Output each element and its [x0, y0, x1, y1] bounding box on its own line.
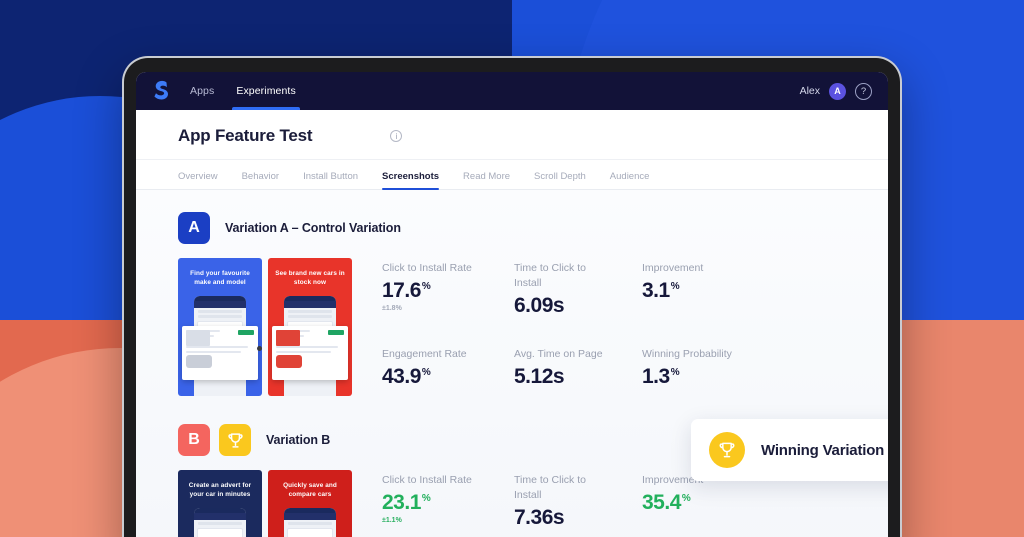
screenshot-caption: Find your favourite make and model [190, 270, 250, 287]
metric-value: 7.36 s [514, 506, 642, 530]
tab-behavior[interactable]: Behavior [242, 171, 280, 189]
screenshot-thumbnail[interactable]: Find your favourite make and model [178, 258, 262, 396]
screenshot-thumbnail[interactable]: Create an advert for your car in minutes [178, 470, 262, 537]
metric-unit: % [421, 280, 431, 292]
metric-label: Engagement Rate [382, 347, 467, 360]
variation-a-body: Find your favourite make and model See b… [178, 244, 888, 396]
variation-a-badge: A [178, 212, 210, 244]
metric-unit: % [421, 366, 431, 378]
metric-number: 35.4 [642, 490, 681, 514]
user-name-label: Alex [799, 85, 820, 97]
metric-unit: % [670, 366, 680, 378]
nav-links: Apps Experiments [190, 72, 301, 110]
screenshot-thumbnail[interactable]: See brand new cars in stock now [268, 258, 352, 396]
variation-a-title: Variation A – Control Variation [225, 221, 401, 235]
nav-link-apps[interactable]: Apps [190, 72, 214, 110]
metric-value: 3.1 % [642, 279, 888, 303]
variation-b-badge: B [178, 424, 210, 456]
metric-time-to-click-to-install: Time to Click to Install 6.09 s [514, 261, 642, 325]
metric-label: Avg. Time on Page [514, 347, 603, 360]
winning-variation-pill[interactable]: Winning Variation – B [691, 419, 888, 481]
metric-label: Time to Click to Install [514, 262, 586, 289]
metric-label: Improvement [642, 262, 704, 274]
variation-a-screenshots: Find your favourite make and model See b… [178, 258, 352, 396]
tablet-device-frame: Apps Experiments Alex A ? App Feature Te… [122, 56, 902, 537]
metric-number: 43.9 [382, 364, 421, 388]
question-mark-circle-icon[interactable]: ? [855, 82, 872, 100]
top-navigation-bar: Apps Experiments Alex A ? [136, 72, 888, 110]
metric-winning-probability: Winning Probability 1.3 % [642, 347, 888, 396]
metric-value: 6.09 s [514, 294, 642, 318]
metric-margin-of-error: ±1.1% [382, 516, 402, 524]
metric-unit: s [552, 364, 565, 388]
info-circle-icon[interactable]: i [390, 130, 403, 142]
device-camera-dot [257, 346, 262, 351]
screenshot-caption: Create an advert for your car in minutes [188, 482, 252, 499]
metric-time-to-click-to-install: Time to Click to Install 7.36 s [514, 473, 642, 537]
metric-value: 1.3 % [642, 365, 888, 389]
variation-a-header: A Variation A – Control Variation [178, 190, 888, 244]
page-title: App Feature Test [178, 126, 313, 145]
metric-value: 43.9 % [382, 365, 514, 389]
metric-number: 23.1 [382, 490, 421, 514]
metric-unit: % [670, 280, 680, 292]
floating-card [182, 326, 258, 380]
metric-avg-time-on-page: Avg. Time on Page 5.12 s [514, 347, 642, 396]
metric-improvement: Improvement 3.1 % [642, 261, 888, 325]
tab-read-more[interactable]: Read More [463, 171, 510, 189]
screenshot-caption: See brand new cars in stock now [275, 270, 345, 287]
tab-strip: Overview Behavior Install Button Screens… [136, 160, 888, 190]
winning-variation-label: Winning Variation – B [761, 441, 888, 459]
screenshot-thumbnail[interactable]: Quickly save and compare cars [268, 470, 352, 537]
tab-audience[interactable]: Audience [610, 171, 650, 189]
metric-unit: s [552, 293, 565, 317]
metric-unit: % [421, 492, 431, 504]
metric-value: 23.1 % [382, 491, 514, 515]
tab-overview[interactable]: Overview [178, 171, 218, 189]
tab-screenshots[interactable]: Screenshots [382, 171, 440, 190]
variation-a-metrics: Click to Install Rate 17.6 % ±1.8% Time … [382, 258, 888, 396]
metric-label: Click to Install Rate [382, 474, 472, 486]
tablet-screen: Apps Experiments Alex A ? App Feature Te… [136, 72, 888, 537]
metric-value: 35.4 % [642, 491, 888, 515]
metric-label: Click to Install Rate [382, 262, 472, 274]
metric-unit: s [552, 505, 565, 529]
floating-card [272, 326, 348, 380]
metric-label: Time to Click to Install [514, 474, 586, 501]
metric-margin-of-error: ±1.8% [382, 304, 402, 312]
metric-label: Winning Probability [642, 347, 732, 360]
metric-click-to-install-rate: Click to Install Rate 23.1 % ±1.1% [382, 473, 514, 537]
variation-b-screenshots: Create an advert for your car in minutes… [178, 470, 352, 537]
page-header: App Feature Test i [136, 110, 888, 160]
metric-number: 3.1 [642, 278, 670, 302]
metric-value: 5.12 s [514, 365, 642, 389]
phone-mockup [194, 508, 246, 537]
tab-install-button[interactable]: Install Button [303, 171, 358, 189]
metric-number: 6.09 [514, 293, 553, 317]
metric-click-to-install-rate: Click to Install Rate 17.6 % ±1.8% [382, 261, 514, 325]
variation-b-title: Variation B [266, 433, 331, 447]
metric-number: 17.6 [382, 278, 421, 302]
metric-improvement: Improvement 35.4 % [642, 473, 888, 537]
nav-user-area: Alex A ? [799, 82, 872, 100]
nav-link-experiments[interactable]: Experiments [232, 72, 301, 110]
metric-number: 7.36 [514, 505, 553, 529]
screenshot-stage: Apps Experiments Alex A ? App Feature Te… [0, 0, 1024, 537]
trophy-icon [219, 424, 251, 456]
tab-scroll-depth[interactable]: Scroll Depth [534, 171, 586, 189]
variations-content: A Variation A – Control Variation Find y… [136, 190, 888, 537]
metric-engagement-rate: Engagement Rate 43.9 % [382, 347, 514, 396]
metric-unit: % [681, 492, 691, 504]
trophy-icon [709, 432, 745, 468]
metric-number: 5.12 [514, 364, 553, 388]
avatar[interactable]: A [829, 82, 846, 100]
screenshot-caption: Quickly save and compare cars [283, 482, 337, 499]
metric-number: 1.3 [642, 364, 670, 388]
phone-mockup [284, 508, 336, 537]
metric-value: 17.6 % [382, 279, 514, 303]
app-logo-icon[interactable] [152, 80, 170, 102]
